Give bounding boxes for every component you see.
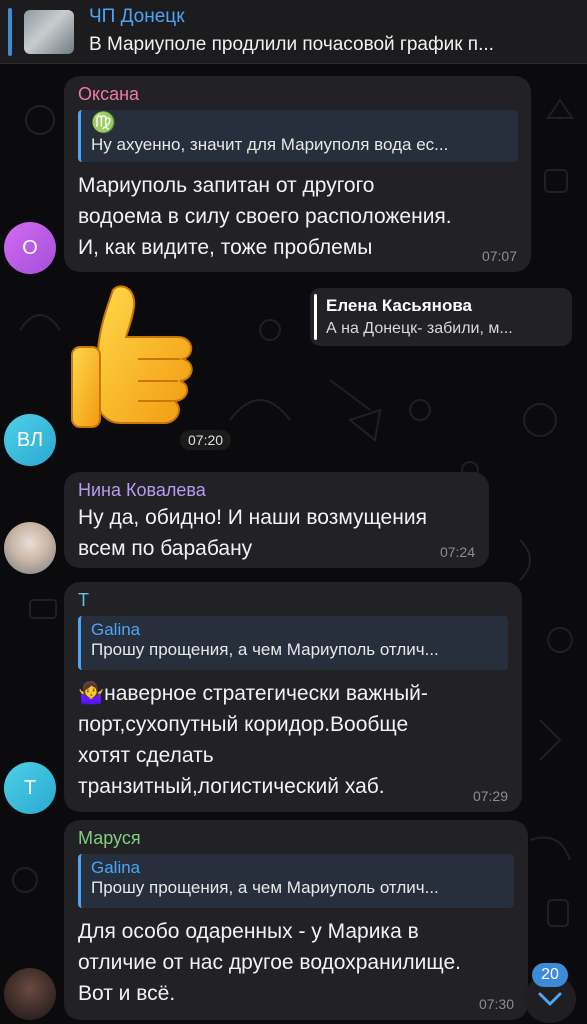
message-line: всем по барабану — [78, 537, 253, 560]
message-text: 🤷‍♀️наверное стратегически важный- порт,… — [78, 678, 428, 802]
message-line: Ну да, обидно! И наши возмущения — [78, 506, 427, 529]
reply-indicator — [314, 294, 317, 340]
message-sender[interactable]: Т — [78, 590, 89, 611]
pinned-thumbnail — [24, 10, 74, 54]
zodiac-virgo-icon: ♍ — [91, 112, 116, 134]
thumbs-up-sticker[interactable] — [68, 285, 208, 435]
avatar[interactable]: Т — [4, 762, 56, 814]
message-bubble[interactable]: Маруся Galina Прошу прощения, а чем Мари… — [64, 820, 528, 1020]
reply-text: Прошу прощения, а чем Мариуполь отлич... — [91, 878, 439, 897]
message-time: 07:20 — [180, 430, 232, 450]
message-line: Для особо одаренных - у Марика в — [78, 920, 419, 943]
reply-name: Galina — [91, 620, 141, 639]
unread-count-badge: 20 — [532, 963, 568, 987]
message-line: И, как видите, тоже проблемы — [78, 236, 373, 259]
message-bubble[interactable]: Оксана ♍ Ну ахуенно, значит для Мариупол… — [64, 76, 531, 272]
avatar[interactable] — [4, 522, 56, 574]
pinned-title: ЧП Донецк — [89, 6, 185, 27]
message-time: 07:24 — [439, 544, 475, 560]
message-time: 07:29 — [472, 788, 508, 804]
reply-quote[interactable]: ♍ Ну ахуенно, значит для Мариуполя вода … — [78, 110, 518, 162]
chevron-down-icon — [538, 992, 562, 1006]
message-sender[interactable]: Нина Ковалева — [78, 480, 206, 501]
message-line: Вот и всё. — [78, 982, 176, 1005]
reply-text: Ну ахуенно, значит для Мариуполя вода ес… — [91, 135, 449, 154]
message-line: водоема в силу своего расположения. — [78, 205, 452, 228]
reply-name: Galina — [91, 858, 141, 877]
message-text: Для особо одаренных - у Марика в отличие… — [78, 916, 461, 1009]
avatar[interactable]: ВЛ — [4, 414, 56, 466]
message-line: 🤷‍♀️наверное стратегически важный- — [78, 682, 428, 705]
message-line: Мариуполь запитан от другого — [78, 174, 375, 197]
reply-text: Прошу прощения, а чем Мариуполь отлич... — [91, 640, 439, 659]
message-time: 07:30 — [478, 996, 514, 1012]
avatar[interactable]: О — [4, 222, 56, 274]
message-line: хотят сделать — [78, 744, 214, 767]
message-line: порт,сухопутный коридор.Вообще — [78, 713, 409, 736]
message-text: Ну да, обидно! И наши возмущения всем по… — [78, 502, 427, 564]
pinned-indicator — [8, 8, 12, 56]
message-line: отличие от нас другое водохранилище. — [78, 951, 461, 974]
pinned-message-bar[interactable]: ЧП Донецк В Мариуполе продлили почасовой… — [0, 0, 587, 64]
message-sender[interactable]: Оксана — [78, 84, 139, 105]
message-bubble[interactable]: Нина Ковалева Ну да, обидно! И наши возм… — [64, 472, 489, 568]
reply-text: А на Донецк- забили, м... — [326, 320, 513, 337]
reply-quote[interactable]: Galina Прошу прощения, а чем Мариуполь о… — [78, 854, 514, 908]
message-time: 07:07 — [481, 248, 517, 264]
message-text: Мариуполь запитан от другого водоема в с… — [78, 170, 452, 263]
reply-quote[interactable]: Елена Касьянова А на Донецк- забили, м..… — [310, 288, 572, 346]
avatar[interactable] — [4, 968, 56, 1020]
message-sender[interactable]: Маруся — [78, 828, 141, 849]
message-bubble[interactable]: Т Galina Прошу прощения, а чем Мариуполь… — [64, 582, 522, 812]
message-line: транзитный,логистический хаб. — [78, 775, 385, 798]
reply-quote[interactable]: Galina Прошу прощения, а чем Мариуполь о… — [78, 616, 508, 670]
reply-name: Елена Касьянова — [326, 296, 473, 315]
pinned-text: В Мариуполе продлили почасовой график п.… — [89, 34, 494, 55]
